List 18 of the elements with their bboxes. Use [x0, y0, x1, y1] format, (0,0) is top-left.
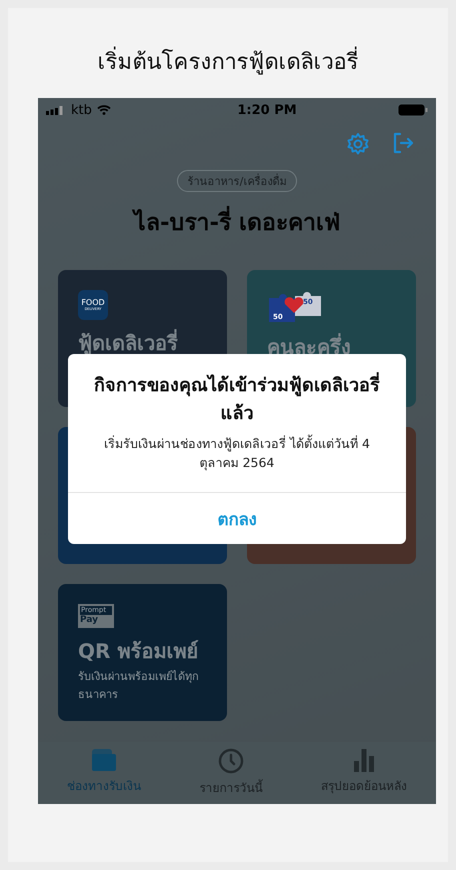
battery-icon: [398, 104, 428, 116]
card-title: QR พร้อมเพย์: [78, 638, 198, 664]
wallet-icon: [91, 748, 118, 772]
tab[interactable]: ช่องทางรับเงิน: [67, 742, 142, 804]
ok-button[interactable]: ตกลง: [68, 492, 406, 544]
dialog-message: เริ่มรับเงินผ่านช่องทางฟู้ดเดลิเวอรี่ ได้ตั้งแต่วันที่ 4 ตุลาคม 2564: [103, 434, 371, 472]
bar-chart-icon: [352, 748, 375, 772]
carrier-name: ktb: [71, 102, 92, 118]
category-chip: ร้านอาหาร/เครื่องดื่ม: [176, 170, 298, 192]
settings-icon[interactable]: [346, 132, 370, 156]
shop-name: ไล-บรา-รี่ เดอะคาเฟ่: [38, 204, 436, 240]
status-time: 1:20 PM: [237, 102, 297, 118]
wifi-icon: [96, 105, 111, 115]
card-title: ฟู้ดเดลิเวอรี่: [78, 330, 178, 356]
card-description: รับเงินผ่านพร้อมเพย์ได้ทุกธนาคาร: [78, 669, 200, 703]
clock-icon: [218, 748, 244, 774]
logout-icon[interactable]: [392, 132, 414, 154]
page-title: เริ่มต้นโครงการฟู้ดเดลิเวอรี่: [8, 48, 448, 78]
